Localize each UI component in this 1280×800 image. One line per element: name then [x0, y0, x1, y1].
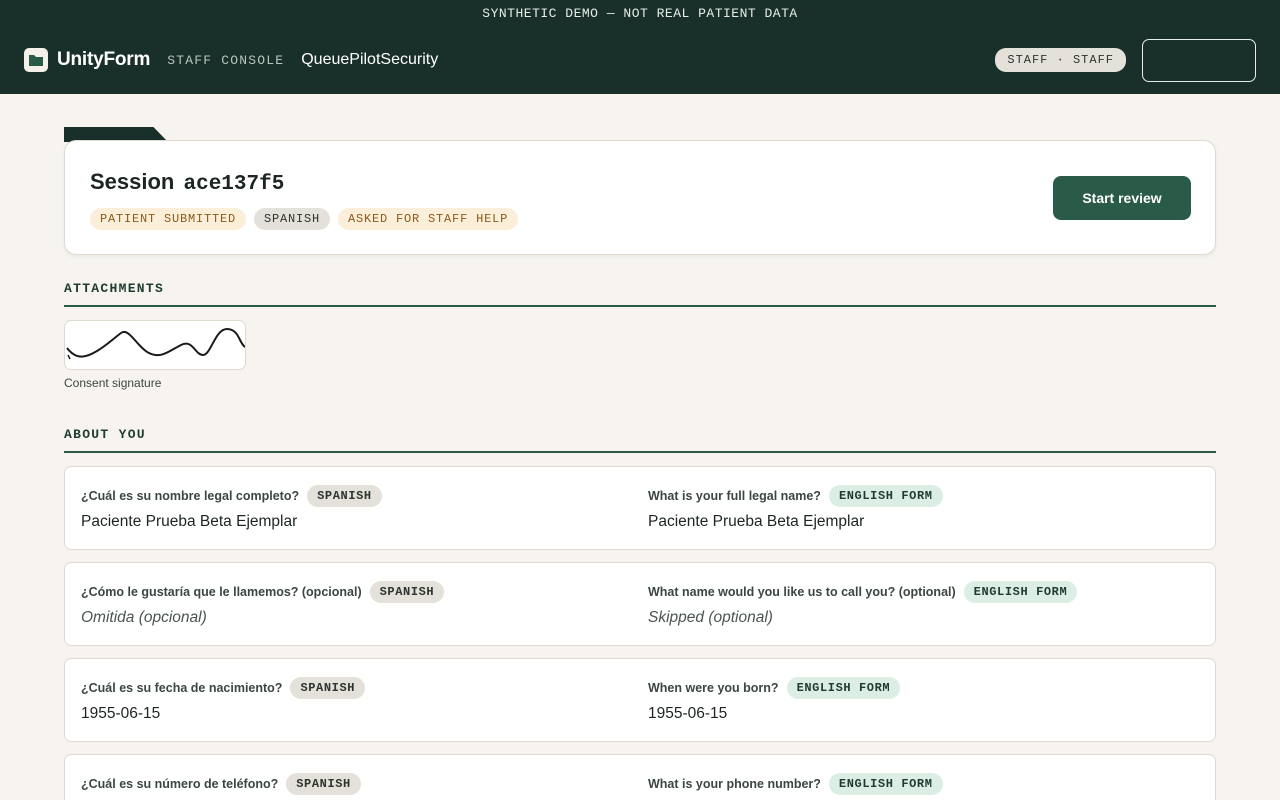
session-badges: PATIENT SUBMITTED SPANISH ASKED FOR STAF…: [90, 208, 519, 230]
question-text-es: ¿Cuál es su nombre legal completo?: [81, 489, 300, 503]
spanish-column: ¿Cuál es su fecha de nacimiento? SPANISH …: [81, 677, 621, 723]
english-form-tag: ENGLISH FORM: [963, 581, 1078, 603]
english-column: What is your full legal name? ENGLISH FOR…: [648, 485, 1188, 531]
english-form-tag: ENGLISH FORM: [786, 677, 901, 699]
answer-es: 1955-06-15: [81, 705, 161, 722]
question-text-es: ¿Cuál es su número de teléfono?: [81, 777, 279, 791]
english-column: When were you born? ENGLISH FORM 1955-06-…: [648, 677, 1188, 723]
top-bar: UnityForm STAFF CONSOLE QueuePilotSecuri…: [0, 26, 1280, 94]
org-name: QueuePilotSecurity: [301, 51, 439, 68]
answer-es: Paciente Prueba Beta Ejemplar: [81, 513, 298, 530]
question-text-es: ¿Cómo le gustaría que le llamemos? (opci…: [81, 585, 362, 599]
signature-caption: Consent signature: [64, 376, 162, 390]
question-card: ¿Cuál es su número de teléfono? SPANISH W…: [64, 754, 1216, 800]
account-menu-button[interactable]: [1142, 38, 1256, 82]
session-title: Session ace137f5: [90, 169, 284, 196]
signature-image: [66, 327, 245, 360]
spanish-tag: SPANISH: [307, 485, 382, 507]
spanish-column: ¿Cómo le gustaría que le llamemos? (opci…: [81, 581, 621, 627]
question-text-en: When were you born?: [648, 681, 779, 695]
answer-es: Omitida (opcional): [81, 609, 207, 626]
answer-en: Paciente Prueba Beta Ejemplar: [648, 513, 865, 530]
language-badge: SPANISH: [254, 208, 331, 230]
about-you-heading: ABOUT YOU: [64, 427, 1216, 453]
spanish-tag: SPANISH: [369, 581, 445, 603]
question-text-es: ¿Cuál es su fecha de nacimiento?: [81, 681, 283, 695]
spanish-column: ¿Cuál es su número de teléfono? SPANISH: [81, 773, 621, 800]
question-text-en: What is your full legal name?: [648, 489, 821, 503]
question-card: ¿Cuál es su fecha de nacimiento? SPANISH …: [64, 658, 1216, 742]
session-title-prefix: Session: [90, 169, 175, 194]
english-column: What is your phone number? ENGLISH FORM: [648, 773, 1188, 800]
status-badge: PATIENT SUBMITTED: [90, 208, 247, 230]
answer-en: 1955-06-15: [648, 705, 728, 722]
signature-thumbnail[interactable]: [64, 320, 246, 370]
demo-banner-text: SYNTHETIC DEMO — NOT REAL PATIENT DATA: [482, 5, 798, 21]
session-id: ace137f5: [183, 173, 285, 196]
english-form-tag: ENGLISH FORM: [828, 773, 943, 795]
spanish-column: ¿Cuál es su nombre legal completo? SPANIS…: [81, 485, 621, 531]
attachments-heading: ATTACHMENTS: [64, 281, 1216, 307]
console-label: STAFF CONSOLE: [167, 52, 285, 68]
brand-name[interactable]: UnityForm: [57, 49, 150, 71]
demo-banner: SYNTHETIC DEMO — NOT REAL PATIENT DATA: [0, 0, 1280, 26]
start-review-button[interactable]: Start review: [1053, 176, 1191, 220]
question-card: ¿Cuál es su nombre legal completo? SPANIS…: [64, 466, 1216, 550]
question-card: ¿Cómo le gustaría que le llamemos? (opci…: [64, 562, 1216, 646]
english-column: What name would you like us to call you?…: [648, 581, 1188, 627]
help-request-badge: ASKED FOR STAFF HELP: [338, 208, 519, 230]
spanish-tag: SPANISH: [286, 773, 361, 795]
session-card: Session ace137f5 PATIENT SUBMITTED SPANI…: [64, 140, 1216, 255]
role-badge: STAFF · STAFF: [995, 48, 1126, 72]
spanish-tag: SPANISH: [290, 677, 366, 699]
folder-icon: [24, 48, 48, 72]
question-text-en: What is your phone number?: [648, 777, 821, 791]
question-text-en: What name would you like us to call you?…: [648, 585, 956, 599]
answer-en: Skipped (optional): [648, 609, 773, 626]
english-form-tag: ENGLISH FORM: [828, 485, 943, 507]
